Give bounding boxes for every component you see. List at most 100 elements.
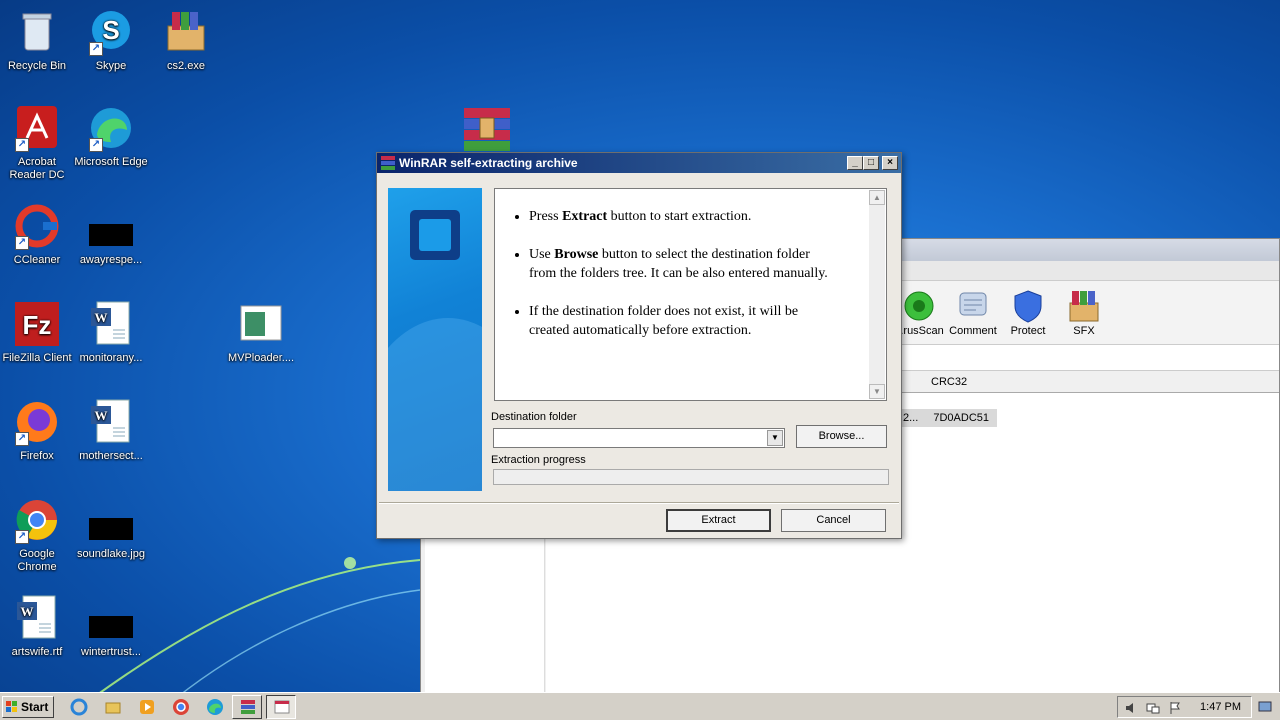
svg-text:W: W: [95, 408, 108, 423]
instructions-scrollbar[interactable]: ▲ ▼: [869, 190, 885, 399]
chrome-icon: ↗: [13, 496, 61, 544]
winrar-task-button[interactable]: [232, 695, 262, 719]
winrar-archive-icon: [162, 8, 210, 56]
desktop-icon-mothersect[interactable]: W mothersect...: [74, 398, 148, 463]
taskbar: Start 1:47 PM: [0, 692, 1280, 720]
minimize-button[interactable]: _: [847, 156, 863, 170]
extraction-progress-label: Extraction progress: [491, 454, 586, 466]
destination-folder-label: Destination folder: [491, 411, 577, 423]
desktop-icon-filezilla[interactable]: Fz FileZilla Client: [0, 300, 74, 365]
instructions-list: Press Extract button to start extraction…: [529, 207, 829, 359]
black-thumbnail-icon: [87, 594, 135, 642]
desktop-icon-label: mothersect...: [79, 450, 143, 462]
maximize-button[interactable]: □: [863, 156, 879, 170]
sfx-task-button[interactable]: [266, 695, 296, 719]
desktop-icon-label: Firefox: [20, 450, 54, 462]
ie-icon[interactable]: [70, 698, 88, 716]
banner-wave: [388, 318, 482, 491]
shield-icon: [1011, 289, 1045, 323]
word-doc-icon: W: [13, 594, 61, 642]
anyrun-watermark: ANY.RUN: [1036, 610, 1280, 666]
word-doc-icon: W: [87, 398, 135, 446]
sfx-icon: [1067, 289, 1101, 323]
cancel-button[interactable]: Cancel: [781, 509, 886, 532]
list-item: Use Browse button to select the destinat…: [529, 245, 829, 283]
tool-label: Comment: [949, 325, 997, 337]
desktop-icon-label: monitorany...: [79, 352, 143, 364]
dialog-title: WinRAR self-extracting archive: [399, 156, 578, 170]
column-header-crc32[interactable]: CRC32: [931, 376, 967, 388]
desktop-icon-artswife[interactable]: W artswife.rtf: [0, 594, 74, 659]
list-item: If the destination folder does not exist…: [529, 302, 829, 340]
destination-folder-combobox[interactable]: ▼: [493, 428, 785, 448]
virusscan-icon: [902, 289, 936, 323]
firefox-icon: ↗: [13, 398, 61, 446]
desktop-icon-label: Acrobat Reader DC: [9, 156, 65, 181]
tool-label: Protect: [1010, 325, 1046, 337]
network-icon[interactable]: [1146, 701, 1160, 715]
desktop-icon-label: MVPloader....: [227, 352, 295, 364]
desktop-icon-firefox[interactable]: ↗ Firefox: [0, 398, 74, 463]
dialog-titlebar[interactable]: WinRAR self-extracting archive _ □ ×: [377, 153, 901, 173]
protect-tool-button[interactable]: Protect: [1000, 289, 1056, 337]
svg-text:S: S: [102, 15, 119, 45]
desktop-icon-edge[interactable]: ↗ Microsoft Edge: [74, 104, 148, 169]
desktop-icon-cs2[interactable]: cs2.exe: [149, 8, 223, 73]
desktop-icon-label: artswife.rtf: [11, 646, 63, 658]
desktop-icon-label: Google Chrome: [17, 548, 57, 573]
row-partial-cell: 2...: [903, 412, 919, 424]
desktop-icon-label: CCleaner: [13, 254, 61, 266]
chrome-icon[interactable]: [172, 698, 190, 716]
desktop-icon-label: soundlake.jpg: [77, 548, 145, 560]
desktop-icon-acrobat[interactable]: ↗ Acrobat Reader DC: [0, 104, 74, 182]
table-row[interactable]: 2... 7D0ADC51: [899, 409, 997, 427]
desktop-icon-mvploader[interactable]: MVPloader....: [224, 300, 298, 365]
desktop-icon-label: Skype: [95, 60, 127, 72]
desktop-icon-recycle-bin[interactable]: Recycle Bin: [0, 8, 74, 73]
media-player-icon[interactable]: [138, 698, 156, 716]
instructions-box: Press Extract button to start extraction…: [494, 188, 887, 401]
start-button[interactable]: Start: [2, 696, 54, 718]
clock[interactable]: 1:47 PM: [1200, 701, 1241, 713]
scroll-up-icon[interactable]: ▲: [869, 190, 885, 205]
extraction-progress-bar: [493, 469, 889, 485]
destination-folder-input[interactable]: [494, 429, 766, 447]
black-thumbnail-icon: [87, 202, 135, 250]
shortcut-arrow-icon: ↗: [89, 138, 103, 152]
browse-button[interactable]: Browse...: [796, 425, 887, 448]
recycle-bin-icon: [13, 8, 61, 56]
desktop-icon-label: FileZilla Client: [2, 352, 72, 364]
show-desktop-icon[interactable]: [1258, 700, 1272, 714]
flag-icon[interactable]: [1168, 701, 1182, 715]
edge-icon: ↗: [87, 104, 135, 152]
sfx-tool-button[interactable]: SFX: [1056, 289, 1112, 337]
desktop-icon-skype[interactable]: S ↗ Skype: [74, 8, 148, 73]
desktop-icon-monitorany[interactable]: W monitorany...: [74, 300, 148, 365]
desktop-icon-awayrespe[interactable]: awayrespe...: [74, 202, 148, 267]
desktop-icon-chrome[interactable]: ↗ Google Chrome: [0, 496, 74, 574]
windows-logo-icon: [6, 701, 18, 713]
winrar-title-icon: [381, 156, 395, 170]
skype-icon: S ↗: [87, 8, 135, 56]
shortcut-arrow-icon: ↗: [15, 236, 29, 250]
explorer-icon[interactable]: [104, 698, 122, 716]
chevron-down-icon[interactable]: ▼: [767, 430, 783, 446]
desktop-icon-label: Microsoft Edge: [74, 156, 148, 168]
close-button[interactable]: ×: [882, 156, 898, 170]
comment-icon: [956, 289, 990, 323]
desktop-icon-wintertrust[interactable]: wintertrust...: [74, 594, 148, 659]
desktop-icon-label: cs2.exe: [167, 60, 205, 72]
desktop-icon-label: awayrespe...: [79, 254, 143, 266]
extract-button[interactable]: Extract: [666, 509, 771, 532]
desktop-icon-label: wintertrust...: [81, 646, 141, 658]
edge-icon[interactable]: [206, 698, 224, 716]
sfx-dialog: WinRAR self-extracting archive _ □ × Pre…: [376, 152, 902, 539]
comment-tool-button[interactable]: Comment: [945, 289, 1001, 337]
svg-text:W: W: [95, 310, 108, 325]
start-label: Start: [21, 700, 49, 714]
desktop-icon-soundlake[interactable]: soundlake.jpg: [74, 496, 148, 561]
tool-label: SFX: [1073, 325, 1095, 337]
speaker-icon[interactable]: [1124, 701, 1138, 715]
scroll-down-icon[interactable]: ▼: [869, 384, 885, 399]
desktop-icon-ccleaner[interactable]: ↗ CCleaner: [0, 202, 74, 267]
